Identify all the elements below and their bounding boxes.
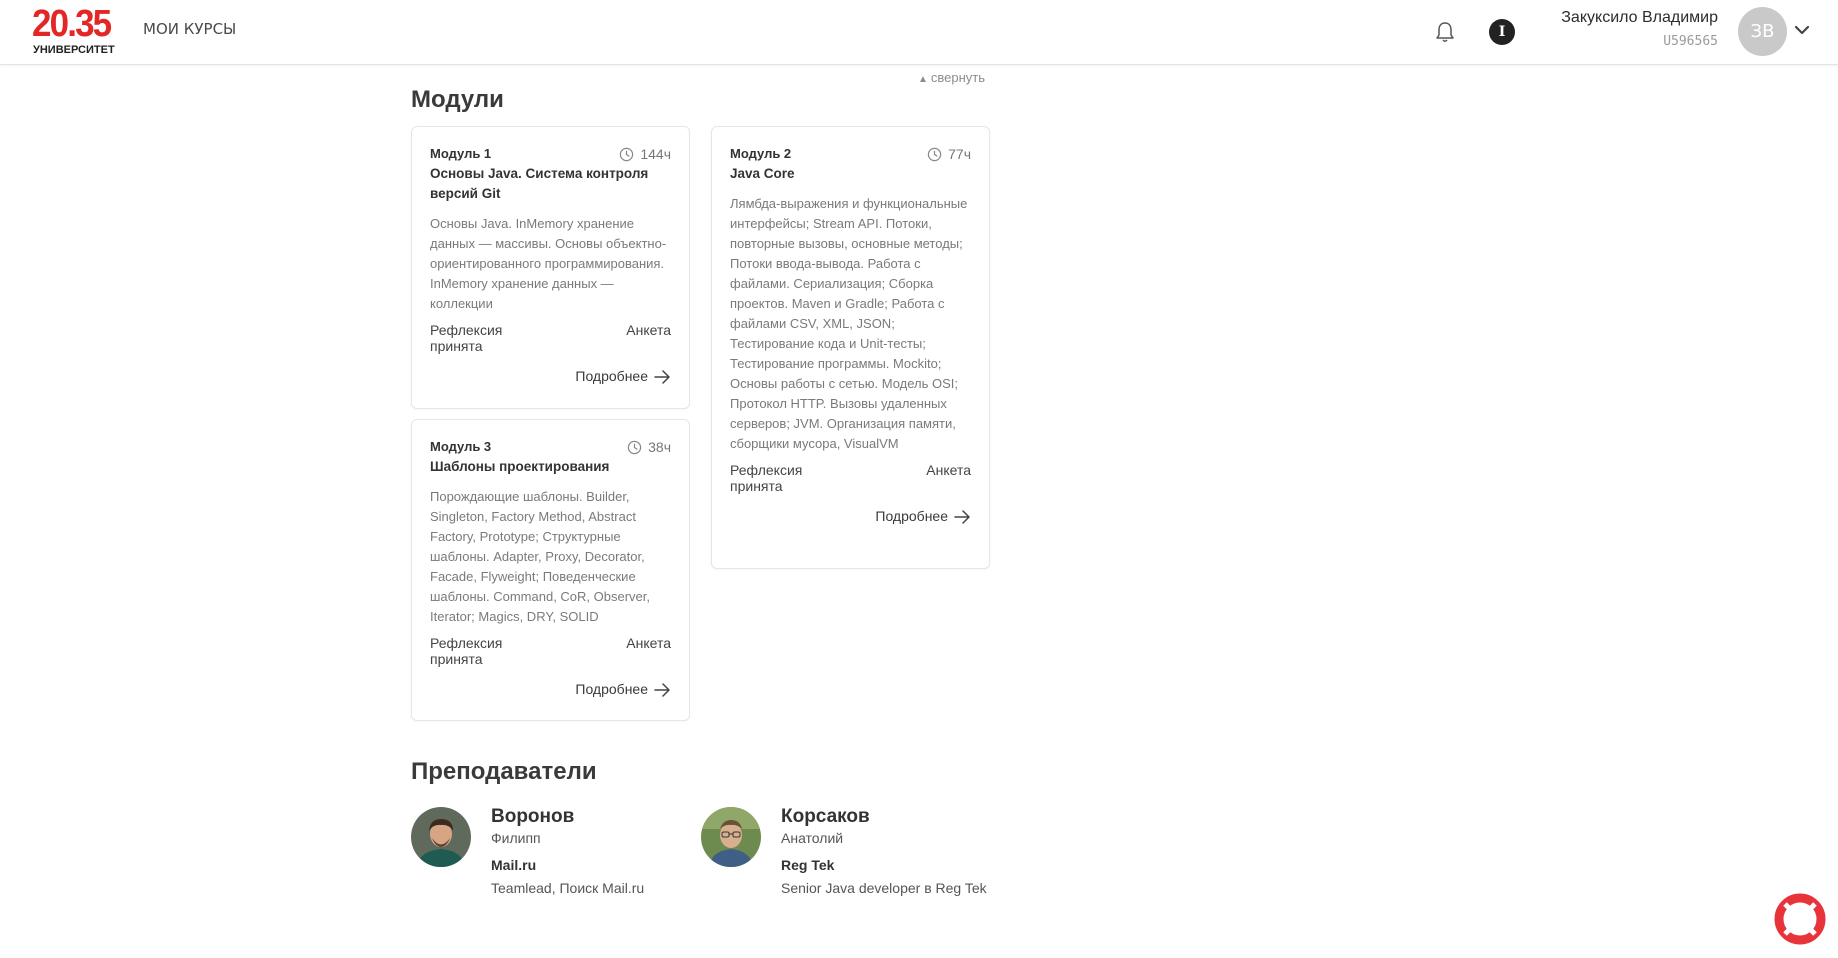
- arrow-right-icon: [654, 370, 670, 384]
- module-card[interactable]: Модуль 2 Java Core 77ч Лямбда-выражения …: [711, 126, 990, 569]
- module-title: Основы Java. Система контроля версий Git: [430, 166, 649, 201]
- details-link[interactable]: Подробнее: [430, 681, 671, 697]
- reflection-status: Рефлексия принята: [430, 635, 503, 667]
- nav-my-courses[interactable]: МОИ КУРСЫ: [143, 20, 236, 38]
- details-label: Подробнее: [875, 508, 948, 524]
- module-description: Основы Java. InMemory хранение данных — …: [430, 216, 667, 311]
- teacher-first-name: Анатолий: [781, 830, 844, 846]
- logo-number: 20.35: [32, 3, 112, 45]
- teacher-photo: [701, 807, 761, 867]
- teacher-last-name: Воронов: [491, 806, 575, 827]
- module-header: Модуль 2 Java Core 77ч: [730, 144, 971, 184]
- module-status-row: Рефлексия принята Анкета: [730, 462, 971, 496]
- chevron-down-icon[interactable]: [1794, 22, 1810, 36]
- reflection-status: Рефлексия принята: [730, 462, 803, 494]
- module-hours: 144ч: [619, 144, 671, 164]
- clock-icon: [627, 440, 642, 455]
- collapse-button[interactable]: ▲ свернуть: [918, 70, 985, 85]
- details-label: Подробнее: [575, 681, 648, 697]
- lifebuoy-icon[interactable]: [1774, 893, 1826, 945]
- module-title: Шаблоны проектирования: [430, 459, 610, 474]
- module-status-row: Рефлексия принята Анкета: [430, 322, 671, 356]
- teacher-photo: [411, 807, 471, 867]
- modules-title: Модули: [411, 86, 504, 113]
- caret-up-icon: ▲: [918, 74, 928, 85]
- module-hours-value: 77ч: [948, 146, 971, 162]
- top-bar: 20.35 УНИВЕРСИТЕТ МОИ КУРСЫ I Закуксило …: [0, 0, 1838, 65]
- module-description: Лямбда-выражения и функциональные интерф…: [730, 196, 968, 451]
- module-hours-value: 38ч: [648, 439, 671, 455]
- user-name[interactable]: Закуксило Владимир: [1561, 9, 1718, 27]
- clock-icon: [927, 147, 942, 162]
- details-link[interactable]: Подробнее: [730, 508, 971, 524]
- teacher-position: Senior Java developer в Reg Tek: [781, 880, 987, 896]
- module-header: Модуль 1 Основы Java. Система контроля в…: [430, 144, 671, 204]
- info-icon[interactable]: I: [1489, 19, 1515, 45]
- teacher-last-name: Корсаков: [781, 806, 870, 827]
- module-hours: 77ч: [927, 144, 971, 164]
- arrow-right-icon: [654, 683, 670, 697]
- logo-caption: УНИВЕРСИТЕТ: [33, 44, 115, 56]
- logo[interactable]: 20.35 УНИВЕРСИТЕТ: [32, 4, 116, 56]
- reflection-status: Рефлексия принята: [430, 322, 503, 354]
- survey-link[interactable]: Анкета: [626, 322, 671, 338]
- clock-icon: [620, 147, 634, 162]
- module-hours-value: 144ч: [640, 146, 671, 162]
- module-status-row: Рефлексия принята Анкета: [430, 635, 671, 669]
- teacher-company: Reg Tek: [781, 857, 835, 873]
- avatar[interactable]: ЗВ: [1738, 7, 1787, 56]
- survey-link[interactable]: Анкета: [926, 462, 971, 478]
- teacher-first-name: Филипп: [491, 830, 541, 846]
- module-header: Модуль 3 Шаблоны проектирования 38ч: [430, 437, 671, 477]
- module-hours: 38ч: [627, 437, 671, 457]
- user-id: U596565: [1663, 34, 1718, 49]
- bell-icon[interactable]: [1434, 20, 1456, 44]
- module-title: Java Core: [730, 166, 795, 181]
- module-card[interactable]: Модуль 1 Основы Java. Система контроля в…: [411, 126, 690, 409]
- details-link[interactable]: Подробнее: [430, 368, 671, 384]
- survey-link[interactable]: Анкета: [626, 635, 671, 651]
- arrow-right-icon: [954, 510, 970, 524]
- teachers-title: Преподаватели: [411, 758, 597, 785]
- teacher-company: Mail.ru: [491, 857, 537, 873]
- module-description: Порождающие шаблоны. Builder, Singleton,…: [430, 489, 651, 624]
- teacher-info: Воронов Филипп Mail.ru Teamlead, Поиск M…: [491, 806, 644, 897]
- teacher-position: Teamlead, Поиск Mail.ru: [491, 880, 645, 896]
- teacher-info: Корсаков Анатолий Reg Tek Senior Java de…: [781, 806, 987, 897]
- details-label: Подробнее: [575, 368, 648, 384]
- module-card[interactable]: Модуль 3 Шаблоны проектирования 38ч Поро…: [411, 419, 690, 721]
- collapse-label: свернуть: [930, 70, 986, 85]
